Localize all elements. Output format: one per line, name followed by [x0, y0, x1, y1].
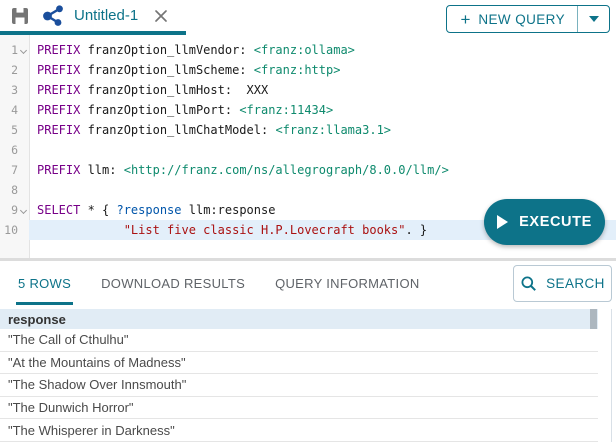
- line-number: 2: [0, 60, 29, 80]
- table-row: "The Call of Cthulhu": [0, 329, 598, 352]
- play-icon: [497, 215, 508, 229]
- panel-right-border: [611, 309, 612, 442]
- new-query-label: NEW QUERY: [478, 12, 565, 27]
- results-table: response "The Call of Cthulhu""At the Mo…: [0, 309, 616, 442]
- table-row: "The Shadow Over Innsmouth": [0, 374, 598, 397]
- results-tab-5-rows[interactable]: 5 ROWS: [18, 261, 71, 305]
- line-number: 10: [0, 220, 29, 240]
- table-row: "At the Mountains of Madness": [0, 352, 598, 375]
- tab-title[interactable]: Untitled-1: [74, 7, 138, 24]
- line-number: 7: [0, 160, 29, 180]
- line-number: 4: [0, 100, 29, 120]
- table-row: "The Whisperer in Darkness": [0, 419, 598, 442]
- fold-arrow-icon[interactable]: [18, 40, 29, 60]
- query-editor-window: Untitled-1 + NEW QUERY 1PREFIX franzOpti…: [0, 0, 616, 442]
- plus-icon: +: [460, 11, 470, 28]
- tab-bar: Untitled-1 + NEW QUERY: [0, 0, 616, 35]
- close-tab-icon[interactable]: [152, 7, 170, 25]
- line-number: 8: [0, 180, 29, 200]
- line-number: 5: [0, 120, 29, 140]
- line-number: 1: [0, 40, 29, 60]
- execute-label: EXECUTE: [519, 214, 592, 230]
- code-line[interactable]: 3PREFIX franzOption_llmHost: XXX: [0, 80, 616, 100]
- line-number: 3: [0, 80, 29, 100]
- table-row: "The Dunwich Horror": [0, 397, 598, 420]
- save-icon[interactable]: [10, 6, 30, 26]
- sparql-editor[interactable]: 1PREFIX franzOption_llmVendor: <franz:ol…: [0, 35, 616, 258]
- code-line[interactable]: 6: [0, 140, 616, 160]
- search-icon: [520, 275, 538, 293]
- scrollbar-thumb[interactable]: [590, 309, 597, 329]
- search-label: SEARCH: [546, 276, 605, 291]
- chevron-down-icon[interactable]: [578, 6, 609, 32]
- code-line[interactable]: 2PREFIX franzOption_llmScheme: <franz:ht…: [0, 60, 616, 80]
- results-tab-query-information[interactable]: QUERY INFORMATION: [275, 261, 420, 305]
- code-line[interactable]: 8: [0, 180, 616, 200]
- code-line[interactable]: 5PREFIX franzOption_llmChatModel: <franz…: [0, 120, 616, 140]
- code-line[interactable]: 7PREFIX llm: <http://franz.com/ns/allegr…: [0, 160, 616, 180]
- results-tab-download-results[interactable]: DOWNLOAD RESULTS: [101, 261, 245, 305]
- code-line[interactable]: 1PREFIX franzOption_llmVendor: <franz:ol…: [0, 40, 616, 60]
- line-number: 6: [0, 140, 29, 160]
- line-number: 9: [0, 200, 29, 220]
- execute-button[interactable]: EXECUTE: [484, 199, 605, 245]
- table-header-row: response: [0, 309, 598, 329]
- code-line[interactable]: 4PREFIX franzOption_llmPort: <franz:1143…: [0, 100, 616, 120]
- new-query-button[interactable]: + NEW QUERY: [446, 5, 610, 33]
- fold-arrow-icon[interactable]: [18, 200, 29, 220]
- results-panel: 5 ROWSDOWNLOAD RESULTSQUERY INFORMATION …: [0, 261, 616, 442]
- search-button[interactable]: SEARCH: [513, 265, 612, 302]
- column-header-response: response: [8, 312, 66, 327]
- table-body: "The Call of Cthulhu""At the Mountains o…: [0, 329, 616, 442]
- graph-icon: [42, 4, 66, 28]
